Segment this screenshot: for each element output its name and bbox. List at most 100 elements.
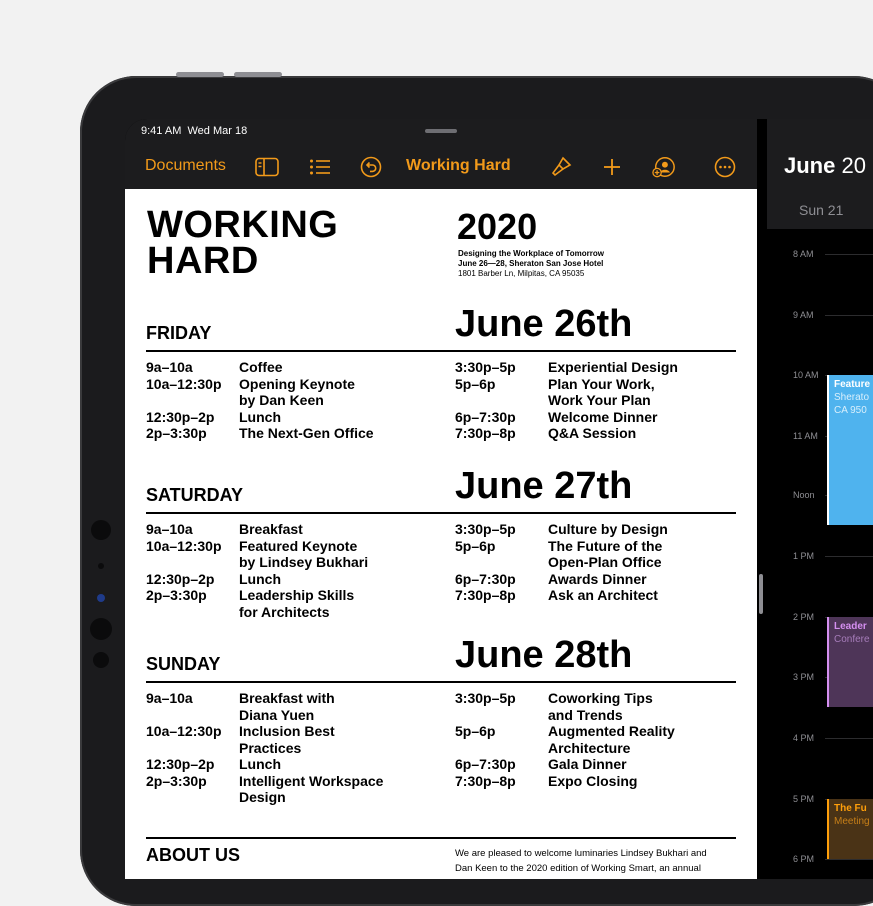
multitask-grabber[interactable] <box>425 129 457 133</box>
time <box>146 554 222 571</box>
day-section-saturday: SATURDAY June 27th 9a–10a 10a–12:30p 12:… <box>146 463 736 623</box>
time: 2p–3:30p <box>146 772 207 789</box>
event: Augmented Reality <box>548 723 675 739</box>
calendar-app: June 20 Sun 21 8 AM 9 AM 10 AM 11 AM Noo… <box>767 119 873 879</box>
divider <box>146 837 736 839</box>
hour-label: 5 PM <box>793 794 815 804</box>
day-label: SATURDAY <box>146 485 244 505</box>
calendar-event-featured-keynote[interactable]: Feature Sherato CA 950 <box>827 375 873 525</box>
list-icon[interactable] <box>308 155 332 179</box>
event: Opening Keynote <box>239 375 355 392</box>
time: 2p–3:30p <box>146 425 207 441</box>
time <box>146 707 222 724</box>
time <box>146 740 222 757</box>
day-label: FRIDAY <box>146 323 212 343</box>
hour-label: 10 AM <box>793 370 819 380</box>
event: Practices <box>239 739 302 756</box>
camera-sensor <box>91 520 111 540</box>
camera-flash <box>93 652 109 668</box>
time: 10a–12:30p <box>146 723 222 739</box>
time: 3:30p–5p <box>455 521 516 537</box>
time: 12:30p–2p <box>146 756 215 772</box>
event: Q&A Session <box>548 425 637 441</box>
toolbar: Documents Working Hard <box>125 147 757 187</box>
event: Leadership Skills <box>239 587 355 603</box>
event-location: Meeting <box>834 816 870 827</box>
more-icon[interactable] <box>713 155 737 179</box>
schedule-events-right: Experiential Design Plan Your Work, Work… <box>548 359 678 442</box>
time: 2p–3:30p <box>146 587 207 603</box>
event: and Trends <box>548 706 623 723</box>
schedule-times-right: 3:30p–5p 5p–6p 6p–7:30p 7:30p–8p <box>455 690 516 789</box>
event: by Dan Keen <box>239 392 324 408</box>
schedule-events-left: Coffee Opening Keynote by Dan Keen Lunch… <box>239 359 374 442</box>
address: 1801 Barber Ln, Milpitas, CA 95035 <box>458 269 585 278</box>
calendar-event-leadership[interactable]: Leader Confere <box>827 617 873 707</box>
screen: 9:41 AM Wed Mar 18 Documents Working Har… <box>125 119 873 879</box>
calendar-day-header[interactable]: Sun 21 <box>799 202 843 218</box>
split-view-divider-handle[interactable] <box>759 574 763 614</box>
time: 3:30p–5p <box>455 690 516 706</box>
time: 9a–10a <box>146 359 193 375</box>
hour-label: 11 AM <box>793 431 818 441</box>
event: Plan Your Work, <box>548 375 655 392</box>
event: Work Your Plan <box>548 392 651 408</box>
documents-button[interactable]: Documents <box>145 157 226 175</box>
divider <box>146 681 736 683</box>
event: Gala Dinner <box>548 756 627 772</box>
time: 6p–7:30p <box>455 570 516 587</box>
time: 5p–6p <box>455 723 496 739</box>
time <box>146 789 222 806</box>
document-page[interactable]: WORKING HARD 2020 Designing the Workplac… <box>125 189 757 879</box>
hour-label: 8 AM <box>793 249 814 259</box>
event: Architecture <box>548 739 631 756</box>
about-heading: ABOUT US <box>146 845 240 865</box>
event: Design <box>239 789 286 805</box>
year-heading: 2020 <box>457 206 538 247</box>
calendar-year: 20 <box>841 153 866 178</box>
hour-line <box>825 254 873 255</box>
subtitle-line-2: June 26—28, Sheraton San Jose Hotel <box>458 259 604 268</box>
event: Intelligent Workspace <box>239 772 384 789</box>
event: Lunch <box>239 570 281 587</box>
event: Open-Plan Office <box>548 554 662 570</box>
calendar-day-view[interactable]: 8 AM 9 AM 10 AM 11 AM Noon 1 PM 2 PM 3 P… <box>767 229 873 879</box>
day-label: SUNDAY <box>146 654 221 674</box>
time: 12:30p–2p <box>146 408 215 425</box>
about-text: We are pleased to welcome luminaries Lin… <box>455 846 755 876</box>
heading-line-2: HARD <box>147 240 259 282</box>
time: 5p–6p <box>455 375 496 392</box>
hour-label: 4 PM <box>793 733 815 743</box>
document-title[interactable]: Working Hard <box>406 157 511 175</box>
subtitle-line-1: Designing the Workplace of Tomorrow <box>458 249 604 258</box>
hour-line <box>825 315 873 316</box>
event: Lunch <box>239 408 281 425</box>
hour-label: 2 PM <box>793 612 815 622</box>
collaborate-icon[interactable] <box>652 155 676 179</box>
divider <box>146 350 736 352</box>
day-section-sunday: SUNDAY June 28th 9a–10a 10a–12:30p 12:30… <box>146 632 736 812</box>
time: 9a–10a <box>146 521 193 537</box>
calendar-month: June <box>784 153 836 178</box>
time: 5p–6p <box>455 537 496 554</box>
camera-dot <box>98 563 104 569</box>
hour-label: 3 PM <box>793 672 815 682</box>
power-button <box>234 72 282 77</box>
schedule-times-right: 3:30p–5p 5p–6p 6p–7:30p 7:30p–8p <box>455 521 516 604</box>
hour-label: 6 PM <box>793 854 815 864</box>
undo-icon[interactable] <box>359 155 383 179</box>
plus-icon[interactable] <box>600 155 624 179</box>
about-line-2: Dan Keen to the 2020 edition of Working … <box>455 863 701 874</box>
time <box>455 740 516 757</box>
calendar-month-year[interactable]: June 20 <box>784 153 866 179</box>
sidebar-icon[interactable] <box>255 155 279 179</box>
time: 3:30p–5p <box>455 359 516 375</box>
calendar-event-future[interactable]: The Fu Meeting <box>827 799 873 859</box>
event: Breakfast with <box>239 690 335 706</box>
time: 7:30p–8p <box>455 587 516 603</box>
status-time: 9:41 AM <box>141 125 182 137</box>
format-brush-icon[interactable] <box>549 155 573 179</box>
status-date: Wed Mar 18 <box>187 125 248 137</box>
event-location: Confere <box>834 634 870 645</box>
schedule-events-left: Breakfast Featured Keynote by Lindsey Bu… <box>239 521 368 620</box>
